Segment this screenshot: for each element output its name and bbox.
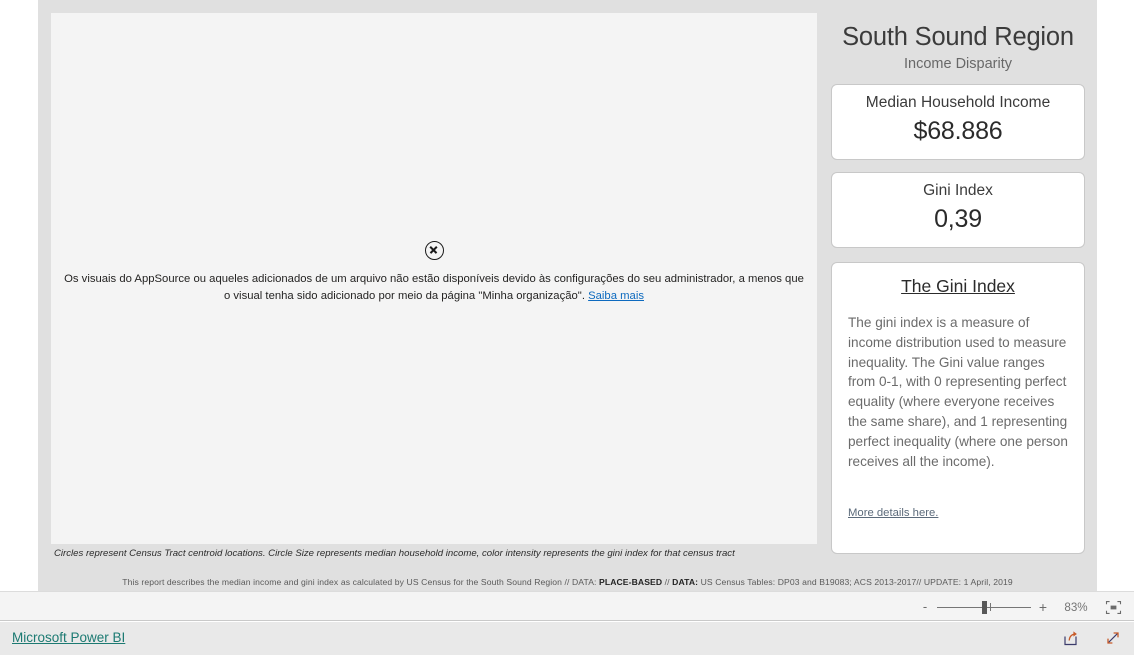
visual-error-message-text: Os visuais do AppSource ou aqueles adici… [64, 273, 804, 302]
error-circle-x-icon [424, 241, 444, 260]
zoom-controls: - + 83% [915, 592, 1122, 622]
kpi-label: Gini Index [923, 182, 993, 199]
status-bar: - + 83% [0, 591, 1134, 621]
visual-error-block: Os visuais do AppSource ou aqueles adici… [51, 241, 817, 305]
report-footnote: This report describes the median income … [38, 577, 1097, 587]
bottom-bar: Microsoft Power BI [0, 622, 1134, 655]
kpi-value: $68.886 [913, 117, 1003, 145]
visual-error-message: Os visuais do AppSource ou aqueles adici… [64, 271, 804, 305]
info-card-gini-index: The Gini Index The gini index is a measu… [831, 262, 1085, 554]
zoom-in-button[interactable]: + [1033, 600, 1053, 614]
microsoft-power-bi-link[interactable]: Microsoft Power BI [12, 630, 125, 645]
footnote-part-1: This report describes the median income … [122, 577, 600, 587]
kpi-card-gini-index[interactable]: Gini Index 0,39 [831, 172, 1085, 248]
learn-more-link[interactable]: Saiba mais [588, 290, 644, 302]
kpi-value: 0,39 [934, 205, 982, 233]
map-visual-placeholder[interactable]: Os visuais do AppSource ou aqueles adici… [51, 13, 817, 544]
side-panel: South Sound Region Income Disparity Medi… [831, 13, 1085, 554]
info-card-heading: The Gini Index [901, 276, 1015, 296]
fit-to-page-icon[interactable] [1105, 600, 1122, 615]
share-icon[interactable] [1062, 629, 1080, 647]
page-subtitle: Income Disparity [904, 56, 1012, 72]
zoom-slider-tick [990, 603, 991, 611]
zoom-slider[interactable] [937, 600, 1031, 614]
fullscreen-expand-icon[interactable] [1104, 629, 1122, 647]
zoom-slider-handle[interactable] [982, 601, 987, 614]
visual-caption: Circles represent Census Tract centroid … [54, 548, 735, 559]
info-card-body: The gini index is a measure of income di… [848, 315, 1068, 469]
footnote-bold-2: DATA: [672, 577, 699, 587]
footnote-part-3: US Census Tables: DP03 and B19083; ACS 2… [698, 577, 1013, 587]
kpi-label: Median Household Income [865, 94, 1051, 111]
zoom-out-button[interactable]: - [915, 600, 935, 614]
zoom-percent-label: 83% [1064, 600, 1088, 614]
bottom-bar-actions [1062, 629, 1122, 647]
page-title: South Sound Region [842, 23, 1074, 51]
footnote-part-2: // [662, 577, 673, 587]
kpi-card-median-household-income[interactable]: Median Household Income $68.886 [831, 84, 1085, 160]
report-canvas: Os visuais do AppSource ou aqueles adici… [38, 0, 1097, 591]
power-bi-report-viewer: Os visuais do AppSource ou aqueles adici… [0, 0, 1134, 655]
more-details-link[interactable]: More details here. [848, 507, 938, 519]
footnote-bold-1: PLACE-BASED [599, 577, 663, 587]
